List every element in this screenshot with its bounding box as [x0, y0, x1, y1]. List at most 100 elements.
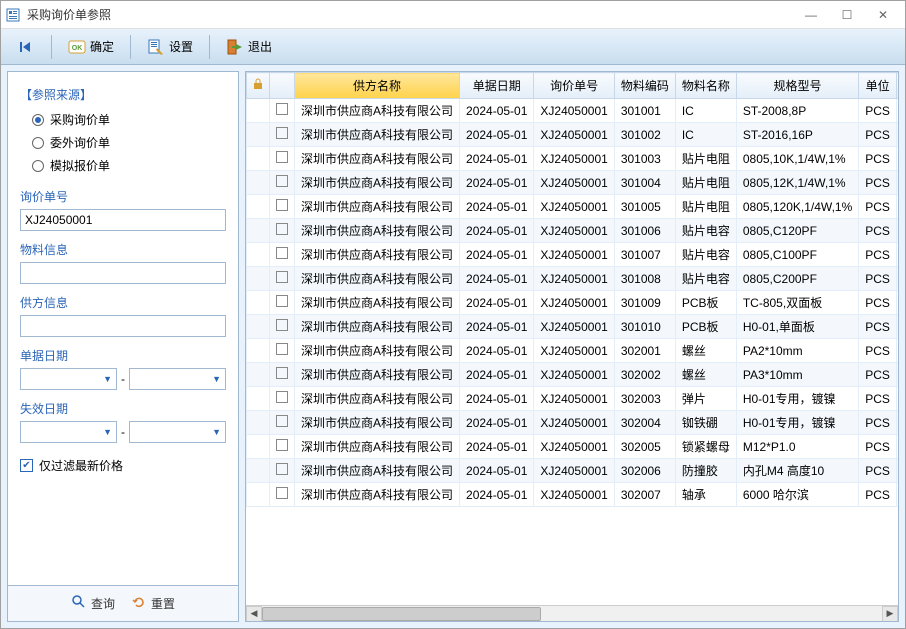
- expire-date-from[interactable]: ▼: [20, 421, 117, 443]
- settings-button[interactable]: 设置: [139, 34, 201, 60]
- table-cell: 0805,120K,1/4W,1%: [736, 195, 858, 219]
- table-row[interactable]: 深圳市供应商A科技有限公司2024-05-01XJ24050001301005贴…: [247, 195, 899, 219]
- nav-first-button[interactable]: [9, 34, 43, 60]
- horizontal-scrollbar[interactable]: ◀ ▶: [246, 605, 898, 621]
- source-radio-1[interactable]: 委外询价单: [32, 134, 226, 151]
- expire-date-to[interactable]: ▼: [129, 421, 226, 443]
- row-checkbox-cell[interactable]: [270, 219, 295, 243]
- table-cell: 301005: [614, 195, 675, 219]
- titlebar[interactable]: 采购询价单参照 — ☐ ✕: [1, 1, 905, 29]
- table-cell: PA3*10mm: [736, 363, 858, 387]
- maximize-button[interactable]: ☐: [829, 4, 865, 26]
- row-indicator: [247, 219, 270, 243]
- table-cell: H0-01专用，镀镍: [736, 411, 858, 435]
- table-cell: 贴片电阻: [675, 147, 736, 171]
- row-indicator: [247, 339, 270, 363]
- reset-button[interactable]: 重置: [131, 594, 175, 613]
- order-no-input[interactable]: [20, 209, 226, 231]
- nav-first-icon: [17, 38, 35, 56]
- table-cell: 防撞胶: [675, 459, 736, 483]
- row-checkbox-cell[interactable]: [270, 291, 295, 315]
- table-cell: XJ24050001: [534, 267, 614, 291]
- row-checkbox-cell[interactable]: [270, 435, 295, 459]
- checkbox-icon: [276, 223, 288, 235]
- checkbox-icon: [276, 319, 288, 331]
- row-checkbox-cell[interactable]: [270, 339, 295, 363]
- row-checkbox-cell[interactable]: [270, 315, 295, 339]
- source-radio-2[interactable]: 模拟报价单: [32, 157, 226, 174]
- scroll-left-button[interactable]: ◀: [246, 606, 262, 622]
- column-header[interactable]: 单据日期: [460, 73, 534, 99]
- table-row[interactable]: 深圳市供应商A科技有限公司2024-05-01XJ24050001302002螺…: [247, 363, 899, 387]
- table-row[interactable]: 深圳市供应商A科技有限公司2024-05-01XJ24050001301003贴…: [247, 147, 899, 171]
- exit-button[interactable]: 退出: [218, 34, 280, 60]
- row-indicator: [247, 267, 270, 291]
- table-row[interactable]: 深圳市供应商A科技有限公司2024-05-01XJ24050001301001I…: [247, 99, 899, 123]
- row-checkbox-cell[interactable]: [270, 243, 295, 267]
- row-checkbox-cell[interactable]: [270, 411, 295, 435]
- row-checkbox-cell[interactable]: [270, 99, 295, 123]
- table-row[interactable]: 深圳市供应商A科技有限公司2024-05-01XJ24050001301009P…: [247, 291, 899, 315]
- table-row[interactable]: 深圳市供应商A科技有限公司2024-05-01XJ24050001302003弹…: [247, 387, 899, 411]
- row-checkbox-cell[interactable]: [270, 483, 295, 507]
- table-cell: 301004: [614, 171, 675, 195]
- bill-date-from[interactable]: ▼: [20, 368, 117, 390]
- row-checkbox-cell[interactable]: [270, 459, 295, 483]
- column-header[interactable]: 物料编码: [614, 73, 675, 99]
- table-row[interactable]: 深圳市供应商A科技有限公司2024-05-01XJ24050001302005锁…: [247, 435, 899, 459]
- material-input[interactable]: [20, 262, 226, 284]
- minimize-button[interactable]: —: [793, 4, 829, 26]
- row-checkbox-cell[interactable]: [270, 147, 295, 171]
- close-button[interactable]: ✕: [865, 4, 901, 26]
- table-cell: 人民币: [896, 123, 898, 147]
- table-cell: 深圳市供应商A科技有限公司: [295, 339, 460, 363]
- table-row[interactable]: 深圳市供应商A科技有限公司2024-05-01XJ24050001301002I…: [247, 123, 899, 147]
- content-panel: 供方名称单据日期询价单号物料编码物料名称规格型号单位币种 深圳市供应商A科技有限…: [245, 71, 899, 622]
- row-indicator: [247, 99, 270, 123]
- search-button[interactable]: 查询: [71, 594, 115, 613]
- bill-date-to[interactable]: ▼: [129, 368, 226, 390]
- table-cell: 深圳市供应商A科技有限公司: [295, 195, 460, 219]
- column-header[interactable]: 供方名称: [295, 73, 460, 99]
- row-checkbox-cell[interactable]: [270, 123, 295, 147]
- filter-latest-checkbox[interactable]: ✔ 仅过滤最新价格: [20, 457, 226, 474]
- column-header[interactable]: 规格型号: [736, 73, 858, 99]
- sidebar-content: 【参照来源】 采购询价单委外询价单模拟报价单 询价单号 物料信息 供方信息 单据…: [8, 72, 238, 585]
- row-checkbox-cell[interactable]: [270, 171, 295, 195]
- table-row[interactable]: 深圳市供应商A科技有限公司2024-05-01XJ24050001301008贴…: [247, 267, 899, 291]
- scroll-track[interactable]: [262, 606, 882, 622]
- row-checkbox-cell[interactable]: [270, 363, 295, 387]
- table-cell: 301002: [614, 123, 675, 147]
- source-radio-0[interactable]: 采购询价单: [32, 111, 226, 128]
- table-cell: 301008: [614, 267, 675, 291]
- table-cell: 深圳市供应商A科技有限公司: [295, 243, 460, 267]
- radio-icon: [32, 137, 44, 149]
- scroll-right-button[interactable]: ▶: [882, 606, 898, 622]
- row-checkbox-cell[interactable]: [270, 387, 295, 411]
- column-header[interactable]: 单位: [859, 73, 897, 99]
- table-cell: 301010: [614, 315, 675, 339]
- scroll-thumb[interactable]: [262, 607, 541, 621]
- table-row[interactable]: 深圳市供应商A科技有限公司2024-05-01XJ24050001302004铷…: [247, 411, 899, 435]
- material-label: 物料信息: [20, 241, 226, 258]
- confirm-button[interactable]: OK 确定: [60, 34, 122, 60]
- supplier-input[interactable]: [20, 315, 226, 337]
- table-row[interactable]: 深圳市供应商A科技有限公司2024-05-01XJ24050001301010P…: [247, 315, 899, 339]
- source-group-title: 【参照来源】: [20, 86, 226, 103]
- table-row[interactable]: 深圳市供应商A科技有限公司2024-05-01XJ24050001302006防…: [247, 459, 899, 483]
- column-header[interactable]: 询价单号: [534, 73, 614, 99]
- column-header[interactable]: [270, 73, 295, 99]
- column-header[interactable]: [247, 73, 270, 99]
- checkbox-icon: [276, 367, 288, 379]
- column-header[interactable]: 物料名称: [675, 73, 736, 99]
- table-row[interactable]: 深圳市供应商A科技有限公司2024-05-01XJ24050001302001螺…: [247, 339, 899, 363]
- column-header[interactable]: 币种: [896, 73, 898, 99]
- table-row[interactable]: 深圳市供应商A科技有限公司2024-05-01XJ24050001301007贴…: [247, 243, 899, 267]
- table-row[interactable]: 深圳市供应商A科技有限公司2024-05-01XJ24050001301004贴…: [247, 171, 899, 195]
- table-row[interactable]: 深圳市供应商A科技有限公司2024-05-01XJ24050001302007轴…: [247, 483, 899, 507]
- row-checkbox-cell[interactable]: [270, 267, 295, 291]
- row-checkbox-cell[interactable]: [270, 195, 295, 219]
- table-cell: PCS: [859, 147, 897, 171]
- table-row[interactable]: 深圳市供应商A科技有限公司2024-05-01XJ24050001301006贴…: [247, 219, 899, 243]
- table-container[interactable]: 供方名称单据日期询价单号物料编码物料名称规格型号单位币种 深圳市供应商A科技有限…: [246, 72, 898, 605]
